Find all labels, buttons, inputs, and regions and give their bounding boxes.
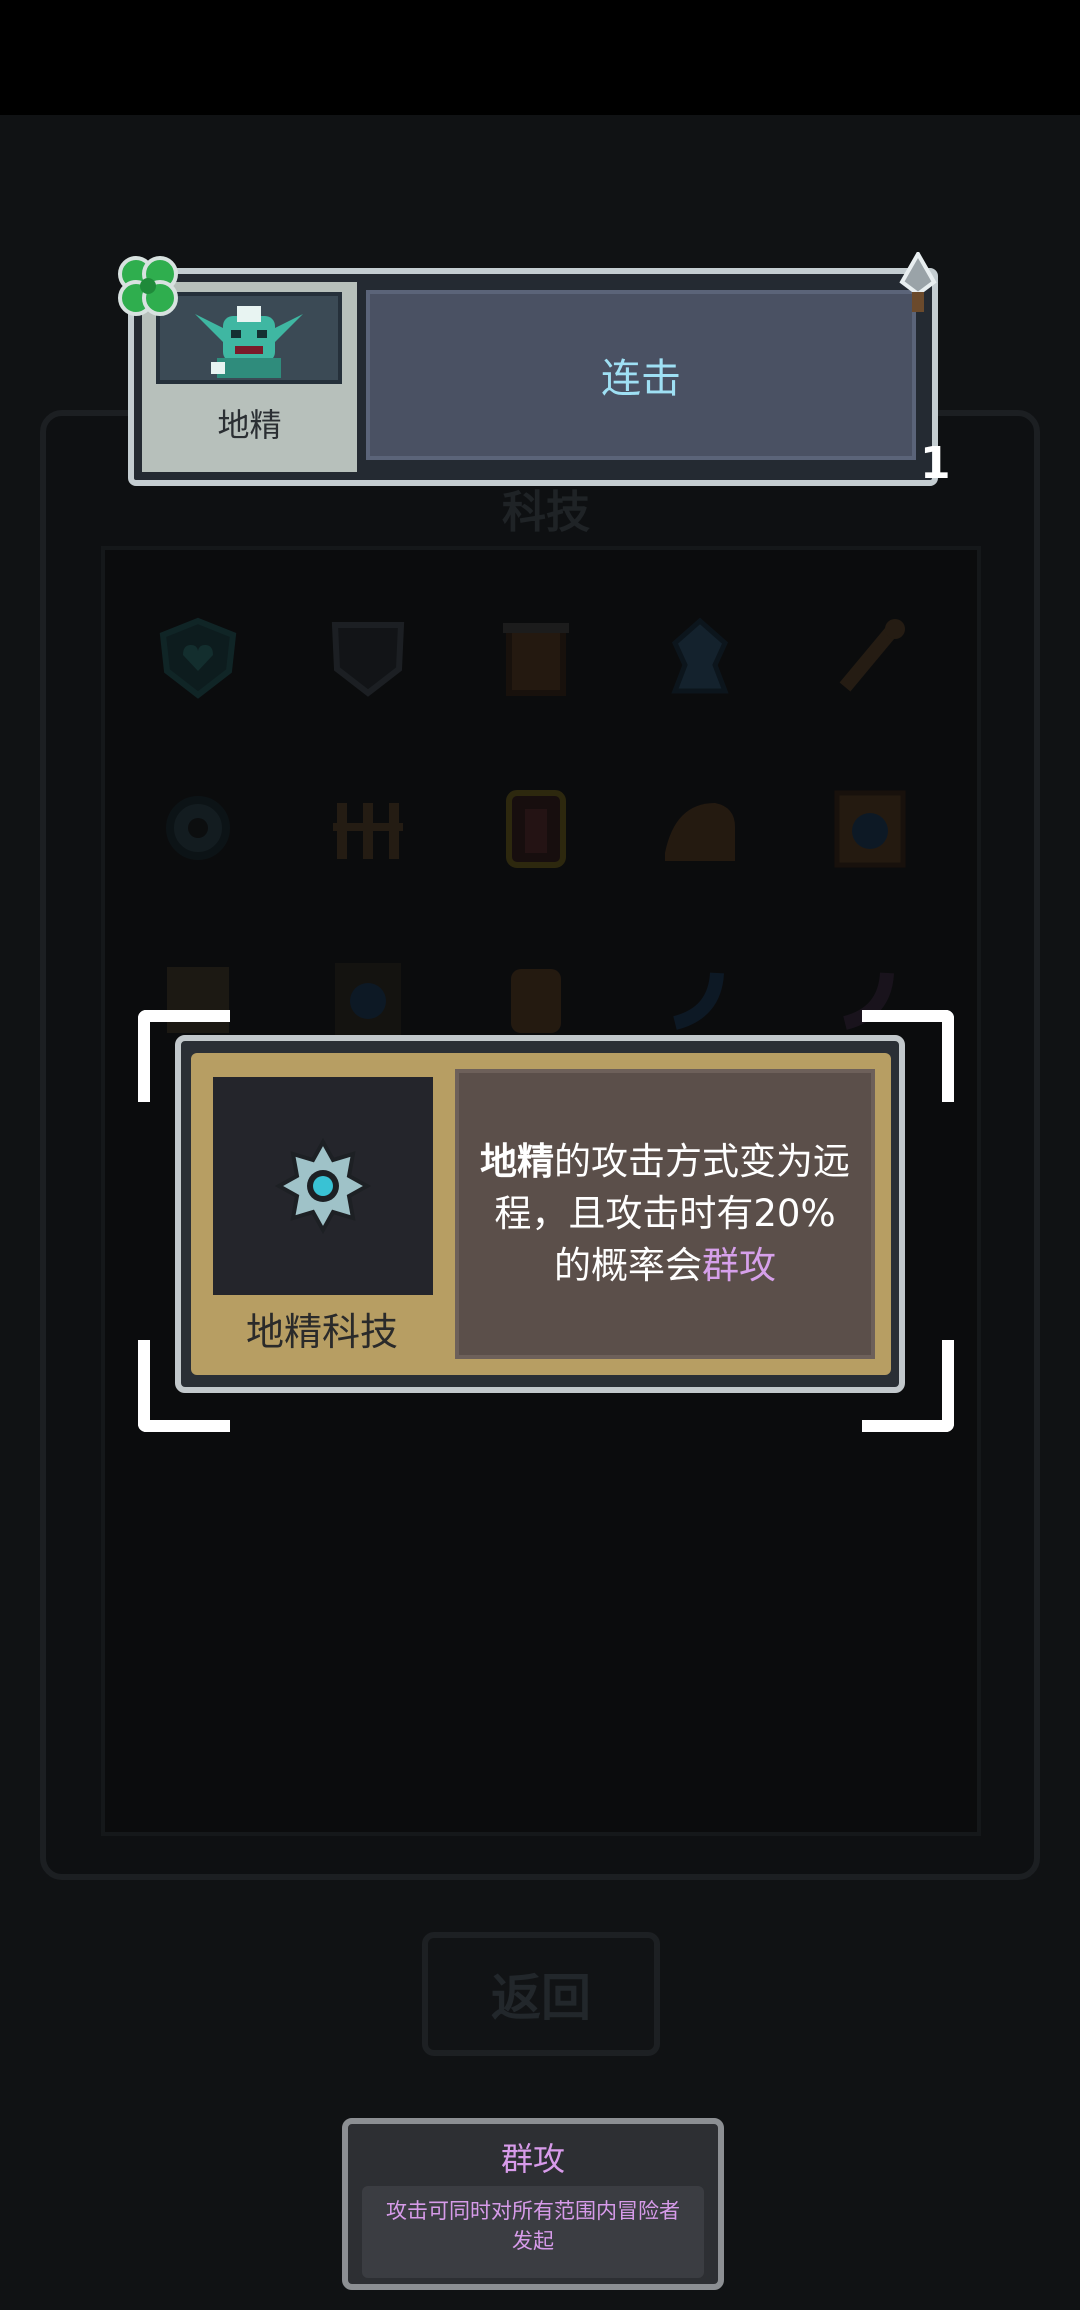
heart-shield-icon xyxy=(150,610,246,706)
gear-icon xyxy=(213,1077,433,1295)
crest-icon xyxy=(652,610,748,706)
arm-icon xyxy=(652,780,748,876)
fist-icon xyxy=(488,950,584,1046)
potion-frame-icon xyxy=(488,780,584,876)
spear-icon xyxy=(888,249,948,318)
character-card[interactable]: 地精 连击 xyxy=(128,268,938,486)
tech-card[interactable]: 地精科技 地精的攻击方式变为远程，且攻击时有20%的概率会群攻 xyxy=(175,1035,905,1393)
status-bar-area xyxy=(0,0,1080,115)
tech-card-frame: 地精科技 地精的攻击方式变为远程，且攻击时有20%的概率会群攻 xyxy=(191,1053,891,1375)
tooltip-body: 攻击可同时对所有范围内冒险者发起 xyxy=(362,2186,704,2278)
water-book-icon xyxy=(320,950,416,1046)
game-scene: 科技 地精 连击 1 地精科技 地精的攻击方式变为远程，且攻击时有20%的概率会… xyxy=(0,0,1080,2310)
description-keyword[interactable]: 群攻 xyxy=(702,1244,776,1287)
skill-title: 连击 xyxy=(366,290,916,460)
shield-icon xyxy=(320,610,416,706)
staff-icon xyxy=(822,610,918,706)
wind-icon xyxy=(652,950,748,1046)
back-button[interactable]: 返回 xyxy=(422,1932,660,2056)
level-number: 1 xyxy=(920,438,951,489)
description-subject: 地精 xyxy=(480,1140,554,1183)
character-name: 地精 xyxy=(217,406,282,444)
tooltip-title: 群攻 xyxy=(500,2140,565,2178)
barrel-icon xyxy=(488,610,584,706)
gear-icon-dim xyxy=(150,780,246,876)
tech-card-description: 地精的攻击方式变为远程，且攻击时有20%的概率会群攻 xyxy=(455,1069,875,1359)
fire-book-icon xyxy=(822,780,918,876)
tech-card-name: 地精科技 xyxy=(245,1310,398,1354)
fence-icon xyxy=(320,780,416,876)
clover-icon xyxy=(112,250,184,322)
keyword-tooltip: 群攻 攻击可同时对所有范围内冒险者发起 xyxy=(342,2118,724,2290)
